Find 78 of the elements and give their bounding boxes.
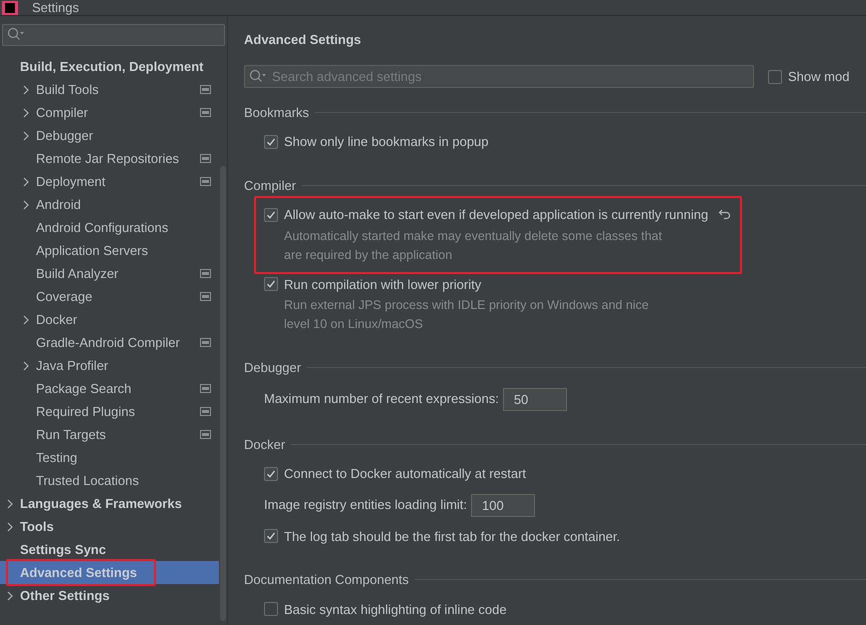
- sidebar-item[interactable]: Deployment: [0, 170, 219, 193]
- section-title: Compiler: [244, 176, 296, 195]
- setting-label: Allow auto-make to start even if developed application is currently running: [284, 206, 708, 224]
- sidebar-item[interactable]: Build Tools: [0, 78, 219, 101]
- sidebar-search-field[interactable]: [2, 24, 225, 46]
- sidebar-item[interactable]: Debugger: [0, 124, 219, 147]
- setting-label: Image registry entities loading limit:: [264, 496, 468, 514]
- sidebar-item[interactable]: Tools: [0, 515, 219, 538]
- page-title: Advanced Settings: [244, 31, 362, 49]
- sidebar-item[interactable]: Testing: [0, 446, 219, 469]
- setting-label: Run compilation with lower priority: [284, 276, 482, 294]
- sidebar-item-label: Settings Sync: [20, 540, 106, 559]
- sidebar-item[interactable]: Gradle-Android Compiler: [0, 331, 219, 354]
- section-title: Docker: [244, 436, 286, 454]
- sidebar-item[interactable]: Required Plugins: [0, 400, 219, 423]
- sidebar-item[interactable]: Trusted Locations: [0, 469, 219, 492]
- chevron-right-icon[interactable]: [22, 314, 30, 324]
- sidebar-item[interactable]: Other Settings: [0, 584, 219, 607]
- chevron-right-icon[interactable]: [22, 360, 30, 370]
- setting-label: Maximum number of recent expressions:: [264, 390, 499, 408]
- sidebar-item[interactable]: Remote Jar Repositories: [0, 147, 219, 170]
- number-field[interactable]: 50: [502, 388, 567, 410]
- checkmark-icon: [266, 210, 276, 220]
- chevron-right-icon[interactable]: [6, 498, 14, 508]
- setting-label: The log tab should be the first tab for the docker container.: [284, 528, 620, 546]
- sidebar-item[interactable]: Compiler: [0, 101, 219, 124]
- checkbox-label: Show mod: [788, 68, 850, 86]
- section-title: Documentation Components: [244, 571, 409, 589]
- checkbox[interactable]: [264, 277, 278, 292]
- sidebar-item-label: Advanced Settings: [20, 564, 138, 582]
- app-logo-icon: [2, 1, 18, 15]
- sidebar-item[interactable]: Languages & Frameworks: [0, 492, 219, 515]
- checkbox[interactable]: [264, 208, 278, 222]
- undo-icon[interactable]: [718, 208, 732, 221]
- checkbox[interactable]: [264, 134, 278, 149]
- sidebar-item[interactable]: Build, Execution, Deployment: [0, 55, 219, 78]
- sidebar-item[interactable]: Settings Sync: [0, 538, 219, 561]
- sidebar-item-label: Languages & Frameworks: [20, 494, 182, 513]
- setting-description: Run external JPS process with IDLE priority on Windows and nice level 10 on Linux/macOS: [283, 297, 650, 333]
- sidebar-item-label: Tools: [20, 518, 54, 536]
- sidebar-item[interactable]: Java Profiler: [0, 354, 219, 377]
- setting-label: Connect to Docker automatically at restart: [284, 465, 526, 483]
- checkbox[interactable]: [264, 529, 278, 544]
- search-icon: [249, 68, 267, 82]
- checkmark-icon: [266, 136, 276, 147]
- sidebar-item[interactable]: Coverage: [0, 285, 219, 308]
- sidebar-item-label: Other Settings: [20, 586, 110, 605]
- setting-label: Basic syntax highlighting of inline code: [284, 600, 507, 619]
- chevron-right-icon[interactable]: [6, 522, 14, 532]
- checkbox[interactable]: [264, 466, 278, 481]
- sidebar-item[interactable]: Docker: [0, 308, 219, 331]
- sidebar-item[interactable]: Application Servers: [0, 239, 219, 262]
- sidebar-item[interactable]: Advanced Settings: [0, 561, 219, 584]
- chevron-right-icon[interactable]: [22, 176, 30, 186]
- setting-label: Show only line bookmarks in popup: [284, 133, 489, 151]
- chevron-right-icon[interactable]: [22, 84, 30, 94]
- setting-description: Automatically started make may eventually delete some classes that are required by the application: [283, 228, 663, 264]
- sidebar-item[interactable]: Android: [0, 193, 219, 216]
- search-icon: [7, 27, 25, 41]
- sidebar-item[interactable]: Android Configurations: [0, 216, 219, 239]
- chevron-right-icon[interactable]: [22, 108, 30, 118]
- checkbox[interactable]: [264, 602, 278, 616]
- checkmark-icon: [266, 468, 276, 479]
- scrollbar-thumb[interactable]: [220, 166, 226, 621]
- checkmark-icon: [266, 279, 276, 290]
- window-title: Settings: [32, 1, 79, 15]
- section-title: Bookmarks: [244, 104, 310, 122]
- checkmark-icon: [266, 531, 276, 542]
- sidebar-item[interactable]: Build Analyzer: [0, 262, 219, 285]
- chevron-right-icon[interactable]: [22, 130, 30, 140]
- chevron-right-icon[interactable]: [22, 200, 30, 210]
- section-title: Debugger: [244, 359, 302, 377]
- chevron-right-icon[interactable]: [6, 590, 14, 600]
- number-field[interactable]: 100: [471, 494, 536, 516]
- sidebar-item-label: Build, Execution, Deployment: [20, 58, 204, 76]
- sidebar-item[interactable]: Run Targets: [0, 423, 219, 446]
- checkbox[interactable]: [768, 70, 782, 84]
- sidebar-item[interactable]: Package Search: [0, 377, 219, 400]
